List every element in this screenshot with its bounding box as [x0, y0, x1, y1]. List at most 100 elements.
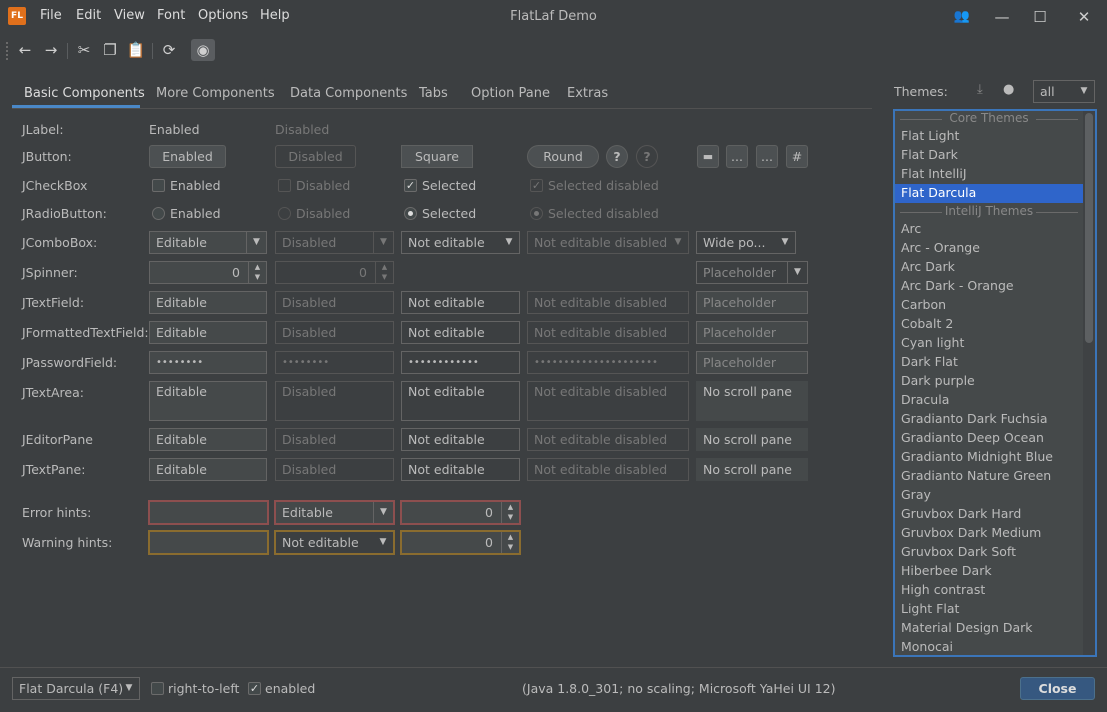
theme-item-selected[interactable]: Flat Darcula	[901, 185, 976, 200]
editorpane-not-editable[interactable]: Not editable	[401, 428, 520, 451]
radio-disabled[interactable]	[278, 207, 291, 220]
theme-item[interactable]: Arc Dark	[901, 259, 955, 274]
rtl-checkbox[interactable]	[151, 682, 164, 695]
chevron-down-icon[interactable]: ▼	[246, 232, 266, 253]
radio-enabled-label[interactable]: Enabled	[170, 206, 221, 221]
theme-item[interactable]: Flat Light	[901, 128, 959, 143]
textfield-not-editable[interactable]: Not editable	[401, 291, 520, 314]
folder-icon[interactable]: ▬	[697, 145, 719, 168]
chevron-down-icon[interactable]: ▼	[499, 232, 519, 253]
people-icon[interactable]: 👥	[947, 4, 977, 30]
textarea-not-editable-disabled[interactable]: Not editable disabled	[527, 381, 689, 421]
checkbox-selected-label[interactable]: Selected	[422, 178, 476, 193]
chevron-down-icon[interactable]: ▼	[1074, 81, 1094, 102]
editorpane-disabled[interactable]: Disabled	[275, 428, 394, 451]
editorpane-no-scroll-pane[interactable]: No scroll pane	[696, 428, 808, 451]
editorpane-editable[interactable]: Editable	[149, 428, 267, 451]
copy-icon[interactable]: ❐	[98, 39, 122, 61]
back-icon[interactable]: ←	[13, 39, 37, 61]
theme-item[interactable]: Arc Dark - Orange	[901, 278, 1014, 293]
checkbox-disabled[interactable]	[278, 179, 291, 192]
radio-disabled-label[interactable]: Disabled	[296, 206, 350, 221]
theme-item[interactable]: Flat Dark	[901, 147, 958, 162]
spinner-enabled[interactable]: 0 ▲ ▼	[149, 261, 267, 284]
radio-selected-disabled[interactable]	[530, 207, 543, 220]
theme-item[interactable]: Gradianto Midnight Blue	[901, 449, 1053, 464]
forward-icon[interactable]: →	[39, 39, 63, 61]
theme-item[interactable]: Flat IntelliJ	[901, 166, 967, 181]
round-button[interactable]: Round	[527, 145, 599, 168]
textarea-no-scroll-pane[interactable]: No scroll pane	[696, 381, 808, 421]
textarea-not-editable[interactable]: Not editable	[401, 381, 520, 421]
enabled-checkbox[interactable]: ✓	[248, 682, 261, 695]
combo-disabled[interactable]: Disabled ▼	[275, 231, 394, 254]
textpane-disabled[interactable]: Disabled	[275, 458, 394, 481]
editorpane-not-editable-disabled[interactable]: Not editable disabled	[527, 428, 689, 451]
ellipsis-button-2[interactable]: ...	[756, 145, 778, 168]
square-button[interactable]: Square	[401, 145, 473, 168]
theme-item[interactable]: Dark purple	[901, 373, 975, 388]
tab-more-components[interactable]: More Components	[156, 86, 275, 101]
themes-list[interactable]: Core Themes Flat Light Flat Dark Flat In…	[893, 109, 1097, 657]
password-placeholder[interactable]: Placeholder	[696, 351, 808, 374]
textfield-editable[interactable]: Editable	[149, 291, 267, 314]
toolbar-grip[interactable]	[6, 42, 8, 60]
help-button-disabled[interactable]: ?	[636, 145, 658, 168]
theme-item[interactable]: Light Flat	[901, 601, 959, 616]
tab-basic-components[interactable]: Basic Components	[24, 86, 145, 101]
hash-button[interactable]: #	[786, 145, 808, 168]
combo-not-editable-disabled[interactable]: Not editable disabled ▼	[527, 231, 689, 254]
textpane-not-editable[interactable]: Not editable	[401, 458, 520, 481]
themes-scrollbar[interactable]	[1083, 111, 1095, 655]
chevron-down-icon[interactable]: ▼	[373, 502, 393, 523]
formatted-disabled[interactable]: Disabled	[275, 321, 394, 344]
radio-selected-label[interactable]: Selected	[422, 206, 476, 221]
formatted-not-editable-disabled[interactable]: Not editable disabled	[527, 321, 689, 344]
password-not-editable[interactable]: ••••••••••••	[401, 351, 520, 374]
tab-option-pane[interactable]: Option Pane	[471, 86, 550, 101]
formatted-editable[interactable]: Editable	[149, 321, 267, 344]
radio-enabled[interactable]	[152, 207, 165, 220]
theme-item[interactable]: Cyan light	[901, 335, 964, 350]
theme-item[interactable]: Gradianto Dark Fuchsia	[901, 411, 1048, 426]
themes-scrollbar-thumb[interactable]	[1085, 113, 1093, 343]
radio-selected[interactable]	[404, 207, 417, 220]
spinner-arrows-icon[interactable]: ▲ ▼	[501, 532, 519, 553]
theme-item[interactable]: Gradianto Deep Ocean	[901, 430, 1044, 445]
theme-item[interactable]: Gruvbox Dark Soft	[901, 544, 1016, 559]
password-not-editable-disabled[interactable]: •••••••••••••••••••••	[527, 351, 689, 374]
enabled-label[interactable]: enabled	[265, 681, 315, 696]
formatted-not-editable[interactable]: Not editable	[401, 321, 520, 344]
download-icon[interactable]: ⤓	[977, 82, 983, 97]
warning-combo[interactable]: Not editable ▼	[274, 530, 395, 555]
theme-item[interactable]: Dark Flat	[901, 354, 958, 369]
theme-item[interactable]: Cobalt 2	[901, 316, 953, 331]
radio-selected-disabled-label[interactable]: Selected disabled	[548, 206, 659, 221]
github-icon[interactable]: ●	[1003, 82, 1014, 97]
help-button[interactable]: ?	[606, 145, 628, 168]
theme-item[interactable]: Gruvbox Dark Medium	[901, 525, 1041, 540]
theme-item[interactable]: Gradianto Nature Green	[901, 468, 1051, 483]
combo-editable[interactable]: Editable ▼	[149, 231, 267, 254]
chevron-down-icon[interactable]: ▼	[373, 532, 393, 553]
theme-item[interactable]: Gruvbox Dark Hard	[901, 506, 1021, 521]
spinner-arrows-icon[interactable]: ▲ ▼	[248, 262, 266, 283]
combo-not-editable[interactable]: Not editable ▼	[401, 231, 520, 254]
eye-icon[interactable]: ◉	[191, 39, 215, 61]
checkbox-selected[interactable]: ✓	[404, 179, 417, 192]
ellipsis-button[interactable]: ...	[726, 145, 748, 168]
theme-item[interactable]: Gray	[901, 487, 931, 502]
warning-textfield[interactable]	[148, 530, 269, 555]
tab-extras[interactable]: Extras	[567, 86, 608, 101]
textfield-placeholder[interactable]: Placeholder	[696, 291, 808, 314]
close-button[interactable]: Close	[1020, 677, 1095, 700]
tab-data-components[interactable]: Data Components	[290, 86, 407, 101]
error-textfield[interactable]	[148, 500, 269, 525]
spinner-arrows-icon[interactable]: ▲ ▼	[501, 502, 519, 523]
theme-item[interactable]: Monocai	[901, 639, 953, 654]
maximize-icon[interactable]: ☐	[1025, 4, 1055, 30]
minimize-icon[interactable]: —	[987, 4, 1017, 30]
combo-placeholder[interactable]: Placeholder ▼	[696, 261, 808, 284]
combo-wide-popup[interactable]: Wide po... ▼	[696, 231, 796, 254]
close-icon[interactable]: ✕	[1069, 4, 1099, 30]
